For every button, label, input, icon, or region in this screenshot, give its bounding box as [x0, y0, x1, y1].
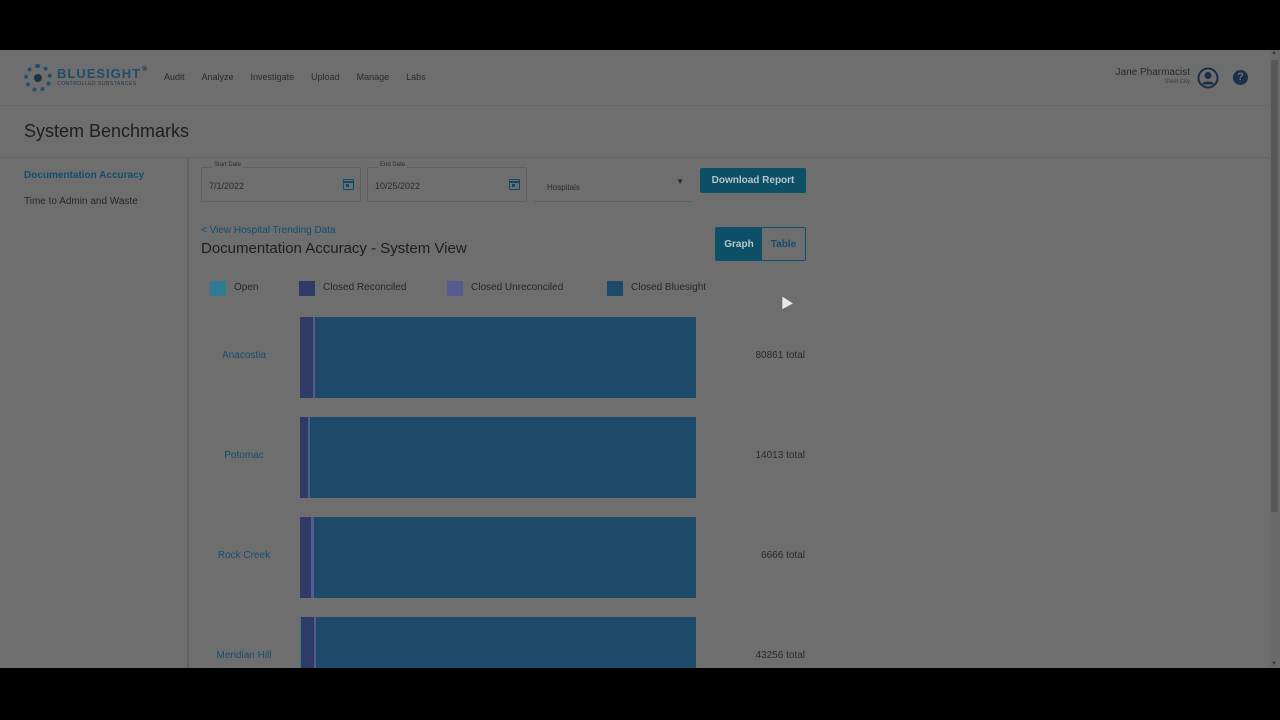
chart-row: Potomac 14013 total: [200, 417, 820, 498]
legend-label: Open: [234, 282, 259, 293]
help-icon[interactable]: ?: [1233, 70, 1248, 85]
hospital-label[interactable]: Meridian Hill: [200, 650, 288, 661]
hospital-label[interactable]: Potomac: [200, 450, 288, 461]
user-location: Steel City: [1164, 79, 1190, 85]
title-divider: [0, 157, 1269, 158]
row-total: 43256 total: [755, 650, 806, 661]
hospitals-placeholder: Hospitals: [547, 183, 580, 192]
end-date-value: 10/25/2022: [375, 181, 421, 191]
calendar-icon[interactable]: [509, 179, 520, 190]
bar-segment-closed-reconciled: [301, 617, 315, 668]
mouse-cursor-icon: [777, 293, 793, 310]
calendar-icon[interactable]: [343, 179, 354, 190]
legend-swatch: [299, 281, 315, 296]
logo-mark-icon: [24, 64, 52, 92]
nav-upload[interactable]: Upload: [311, 72, 340, 82]
scroll-thumb[interactable]: [1271, 60, 1278, 512]
bar-segment-closed-bluesight: [309, 417, 696, 498]
row-total: 14013 total: [755, 450, 806, 461]
logo-wordmark: BLUESIGHT: [57, 66, 142, 81]
row-total: 80861 total: [755, 350, 806, 361]
scroll-up-arrow-icon[interactable]: ▲: [1271, 50, 1277, 56]
section-title: Documentation Accuracy - System View: [201, 240, 467, 257]
bar-segment-closed-reconciled: [300, 417, 309, 498]
stacked-bar[interactable]: [300, 317, 696, 398]
hospital-label[interactable]: Rock Creek: [200, 550, 288, 561]
end-date-field[interactable]: End Date 10/25/2022: [367, 162, 527, 202]
logo-subtitle: CONTROLLED SUBSTANCES: [57, 81, 137, 87]
graph-view-button[interactable]: Graph: [716, 228, 762, 260]
user-avatar-icon[interactable]: [1197, 67, 1219, 89]
row-total: 6666 total: [761, 550, 805, 561]
app-screen: BLUESIGHT® CONTROLLED SUBSTANCES Audit A…: [0, 50, 1280, 668]
hospitals-select[interactable]: Hospitals ▼: [534, 167, 692, 202]
legend-label: Closed Unreconciled: [471, 282, 564, 293]
nav-investigate[interactable]: Investigate: [251, 72, 295, 82]
table-view-button[interactable]: Table: [761, 228, 805, 260]
scroll-down-arrow-icon[interactable]: ▼: [1271, 661, 1277, 667]
legend-swatch: [447, 281, 463, 296]
chart-row: Meridian Hill 43256 total: [200, 617, 820, 668]
legend-swatch: [607, 281, 623, 296]
view-hospital-trending-link[interactable]: < View Hospital Trending Data: [201, 225, 336, 236]
view-toggle: Graph Table: [715, 227, 806, 261]
stacked-bar[interactable]: [300, 617, 696, 668]
sidebar: Documentation Accuracy Time to Admin and…: [0, 158, 189, 668]
sidebar-item-documentation-accuracy[interactable]: Documentation Accuracy: [24, 170, 144, 181]
page-title: System Benchmarks: [24, 121, 190, 141]
nav-labs[interactable]: Labs: [406, 72, 426, 82]
bar-segment-closed-reconciled: [300, 517, 312, 598]
logo-registered-mark: ®: [142, 66, 149, 73]
chart-row: Anacostia 80861 total: [200, 317, 820, 398]
hospital-label[interactable]: Anacostia: [200, 350, 288, 361]
main-nav: Audit Analyze Investigate Upload Manage …: [164, 72, 426, 82]
nav-analyze[interactable]: Analyze: [202, 72, 234, 82]
bar-segment-closed-bluesight: [315, 317, 696, 398]
bluesight-logo[interactable]: BLUESIGHT® CONTROLLED SUBSTANCES: [24, 64, 148, 94]
start-date-label: Start Date: [212, 162, 244, 168]
download-report-button[interactable]: Download Report: [700, 168, 806, 193]
chart-row: Rock Creek 6666 total: [200, 517, 820, 598]
stacked-bar[interactable]: [300, 517, 696, 598]
sidebar-item-time-to-admin-and-waste[interactable]: Time to Admin and Waste: [24, 196, 138, 207]
user-info[interactable]: Jane Pharmacist Steel City: [1116, 67, 1190, 85]
page-scrollbar[interactable]: ▲ ▼: [1269, 50, 1280, 668]
bar-segment-closed-bluesight: [316, 617, 696, 668]
nav-audit[interactable]: Audit: [164, 72, 185, 82]
top-navigation-bar: BLUESIGHT® CONTROLLED SUBSTANCES Audit A…: [0, 50, 1269, 106]
stacked-bar[interactable]: [300, 417, 696, 498]
end-date-label: End Date: [378, 162, 408, 168]
chevron-down-icon: ▼: [676, 177, 684, 186]
nav-manage[interactable]: Manage: [357, 72, 390, 82]
start-date-value: 7/1/2022: [209, 181, 245, 191]
legend-label: Closed Bluesight: [631, 282, 707, 293]
bar-segment-closed-bluesight: [313, 517, 696, 598]
legend-swatch: [210, 281, 226, 296]
documentation-accuracy-chart: Anacostia 80861 total Potomac 14013 total Ro…: [200, 317, 820, 668]
legend-label: Closed Reconciled: [323, 282, 407, 293]
start-date-field[interactable]: Start Date 7/1/2022: [201, 162, 361, 202]
user-name: Jane Pharmacist: [1115, 67, 1190, 78]
bar-segment-closed-reconciled: [300, 317, 313, 398]
